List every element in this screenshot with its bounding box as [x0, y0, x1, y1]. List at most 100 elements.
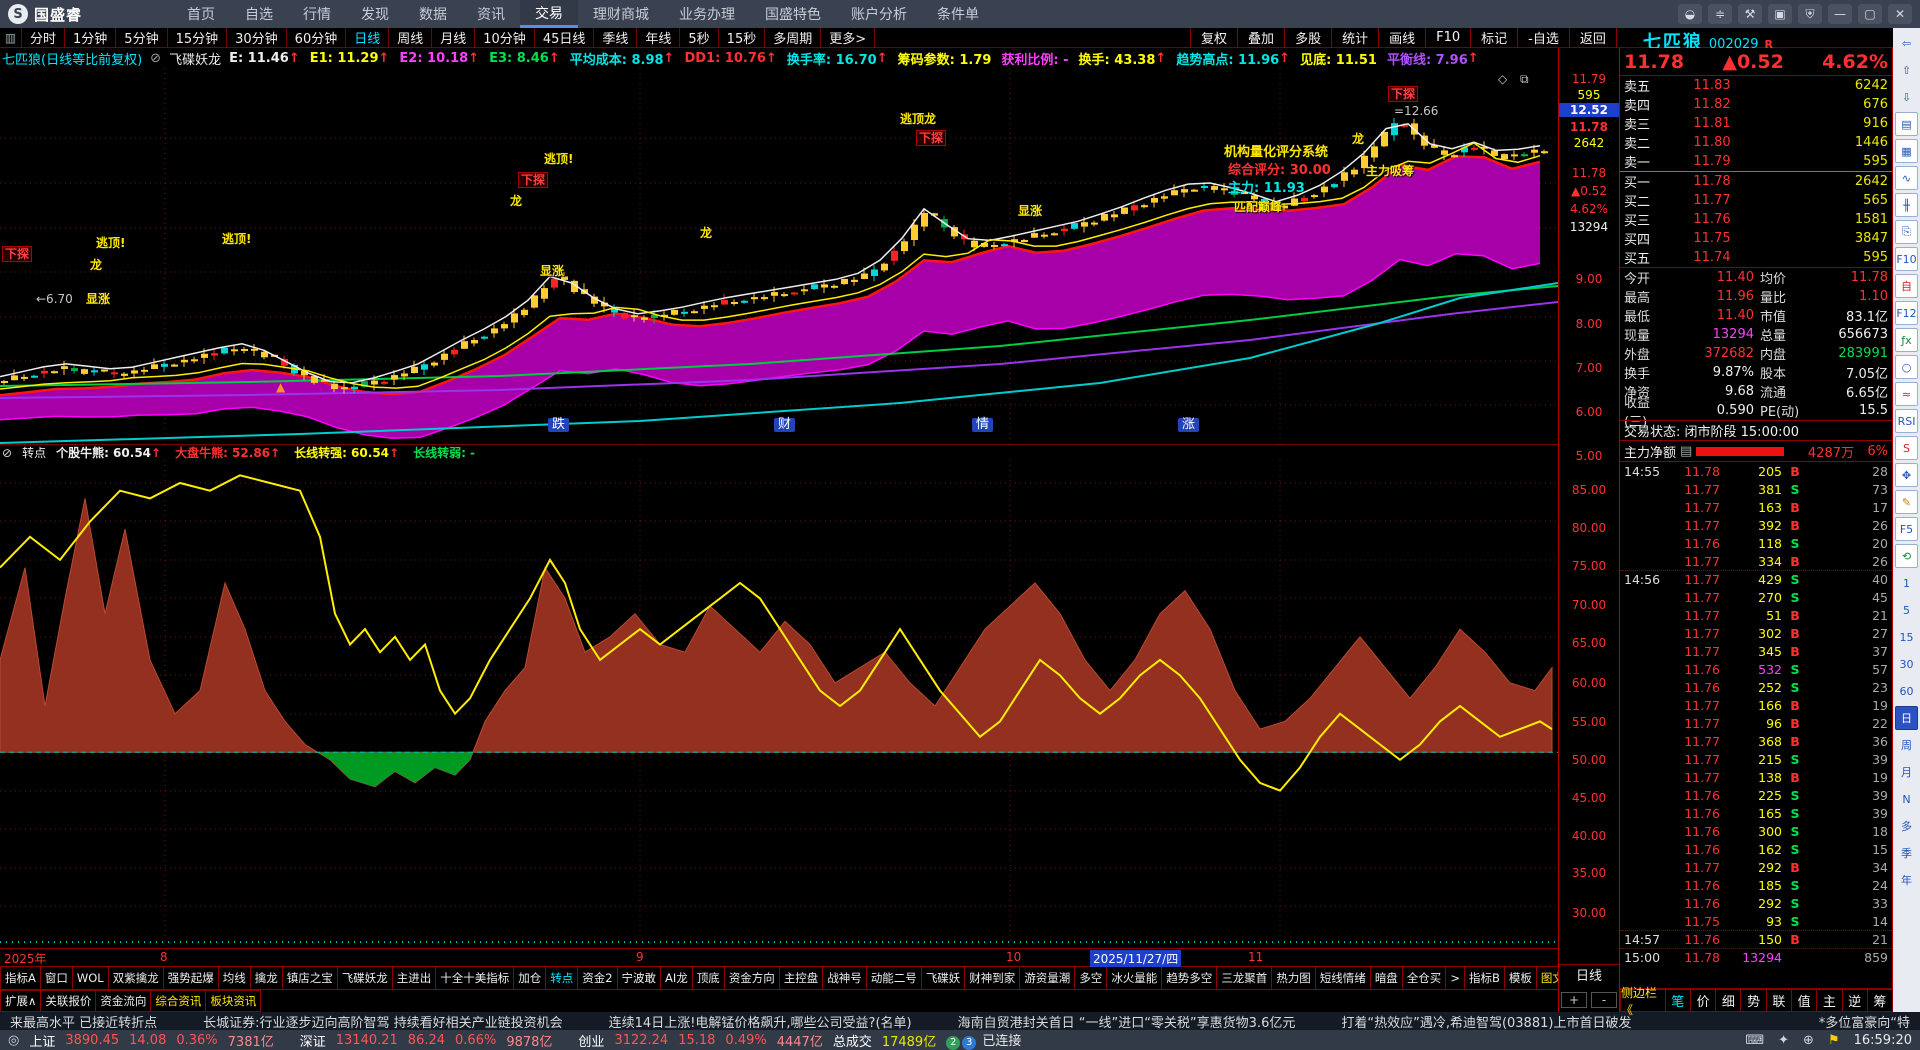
- period-tab[interactable]: 60分钟: [287, 28, 347, 47]
- panel-tab[interactable]: 势: [1740, 989, 1767, 1012]
- indicator-tab[interactable]: 宁波敢: [616, 966, 662, 990]
- zoom-out-button[interactable]: -: [1591, 992, 1617, 1008]
- window-control-icon[interactable]: ▣: [1768, 4, 1792, 24]
- period-tab[interactable]: 季线: [594, 28, 638, 47]
- indicator-tab[interactable]: 均线: [217, 966, 251, 990]
- order-book-row[interactable]: 卖二 11.80 1446: [1620, 133, 1892, 152]
- tool-icon[interactable]: S: [1895, 436, 1918, 460]
- indicator-gear-icon[interactable]: ⊘: [150, 51, 161, 66]
- panel-tab[interactable]: 笔: [1664, 989, 1691, 1012]
- period-tab[interactable]: 10分钟: [475, 28, 535, 47]
- tool-icon[interactable]: N: [1895, 787, 1918, 811]
- nav-item[interactable]: 行情: [288, 0, 346, 28]
- news-item[interactable]: 海南自贸港封关首日 “一线”进口“零关税”享惠货物3.6亿元: [958, 1012, 1296, 1031]
- panel-tab[interactable]: 值: [1791, 989, 1818, 1012]
- tool-icon[interactable]: 日: [1895, 706, 1918, 730]
- status-icon[interactable]: ⚑: [1828, 1033, 1840, 1048]
- tool-icon[interactable]: 年: [1895, 868, 1918, 892]
- nav-item[interactable]: 条件单: [922, 0, 994, 28]
- news-item[interactable]: 连续14日上涨!电解锰价格飙升,哪些公司受益?(名单): [609, 1012, 912, 1031]
- indicator-tab[interactable]: 暗盘: [1369, 966, 1403, 990]
- tool-icon[interactable]: ⇩: [1895, 85, 1918, 109]
- indicator-tab[interactable]: 三龙聚首: [1216, 966, 1273, 990]
- indicator-tab[interactable]: 游资量潮: [1019, 966, 1076, 990]
- order-book-row[interactable]: 买二 11.77 565: [1620, 191, 1892, 210]
- period-tab[interactable]: 多周期: [765, 28, 822, 47]
- window-control-icon[interactable]: ✕: [1888, 4, 1912, 24]
- indicator-tab[interactable]: 十全十美指标: [435, 966, 515, 990]
- chart-action-button[interactable]: 返回: [1568, 28, 1617, 47]
- indicator-tab[interactable]: 图文F10: [1535, 966, 1558, 990]
- panel-tab[interactable]: 价: [1689, 989, 1717, 1012]
- tool-icon[interactable]: ○: [1895, 355, 1918, 379]
- nav-item[interactable]: 账户分析: [836, 0, 922, 28]
- nav-item[interactable]: 国盛特色: [750, 0, 836, 28]
- status-menu-icon[interactable]: ◎: [8, 1033, 19, 1048]
- indicator-tab[interactable]: 资金2: [577, 966, 618, 990]
- nav-item[interactable]: 资讯: [462, 0, 520, 28]
- news-item[interactable]: *多位富豪向“特: [1819, 1012, 1910, 1031]
- chart-action-button[interactable]: 多股: [1284, 28, 1331, 47]
- tool-icon[interactable]: 15: [1895, 625, 1918, 649]
- status-icon[interactable]: ⌨: [1745, 1033, 1764, 1048]
- nav-item[interactable]: 业务办理: [664, 0, 750, 28]
- tool-icon[interactable]: ≈: [1895, 382, 1918, 406]
- status-icon[interactable]: ⊕: [1803, 1033, 1814, 1048]
- chart-action-button[interactable]: 标记: [1470, 28, 1517, 47]
- panel-tab[interactable]: 联: [1765, 989, 1792, 1012]
- period-tab[interactable]: 更多>: [821, 28, 876, 47]
- period-tab[interactable]: 5分钟: [116, 28, 168, 47]
- tool-icon[interactable]: 自: [1895, 274, 1918, 298]
- layout-toggle-icon[interactable]: ▥: [0, 28, 22, 47]
- indicator-tab[interactable]: 窗口: [39, 966, 73, 990]
- indicator-tab[interactable]: 资金方向: [723, 966, 780, 990]
- nav-item[interactable]: 交易: [520, 0, 579, 28]
- indicator-tab[interactable]: 镇店之宝: [281, 966, 338, 990]
- window-control-icon[interactable]: ▢: [1858, 4, 1882, 24]
- indicator-tab[interactable]: 双紫擒龙: [107, 966, 164, 990]
- period-tab[interactable]: 30分钟: [227, 28, 287, 47]
- tool-icon[interactable]: ✥: [1895, 463, 1918, 487]
- indicator-tab[interactable]: 飞碟妖: [920, 966, 966, 990]
- tool-icon[interactable]: 5: [1895, 598, 1918, 622]
- index-quote[interactable]: 创业 3122.24 15.18 0.49% 4447亿: [578, 1031, 822, 1050]
- chart-action-button[interactable]: 叠加: [1237, 28, 1284, 47]
- indicator-tab[interactable]: 指标A: [0, 966, 41, 990]
- indicator-tab[interactable]: 短线情绪: [1314, 966, 1371, 990]
- tool-icon[interactable]: 60: [1895, 679, 1918, 703]
- indicator-gear-icon[interactable]: ⊘: [2, 446, 12, 460]
- window-control-icon[interactable]: ≑: [1708, 4, 1732, 24]
- info-tab[interactable]: 综合资讯: [150, 990, 207, 1012]
- period-tab[interactable]: 月线: [432, 28, 476, 47]
- tool-icon[interactable]: 30: [1895, 652, 1918, 676]
- order-book-row[interactable]: 买四 11.75 3847: [1620, 229, 1892, 248]
- period-tab[interactable]: 5秒: [680, 28, 719, 47]
- indicator-tab[interactable]: 主进出: [391, 966, 437, 990]
- tool-icon[interactable]: ⎘: [1895, 220, 1918, 244]
- indicator-tab[interactable]: 冰火量能: [1106, 966, 1163, 990]
- indicator-tab[interactable]: 加仓: [513, 966, 547, 990]
- tool-icon[interactable]: ƒx: [1895, 328, 1918, 352]
- indicator-tab[interactable]: 模板: [1503, 966, 1537, 990]
- chart-action-button[interactable]: F10: [1425, 28, 1470, 47]
- tool-icon[interactable]: 多: [1895, 814, 1918, 838]
- indicator-tab[interactable]: 指标B: [1463, 966, 1505, 990]
- tool-icon[interactable]: ▦: [1895, 139, 1918, 163]
- period-tab[interactable]: 年线: [637, 28, 681, 47]
- order-book-row[interactable]: 买一 11.78 2642: [1620, 172, 1892, 191]
- tool-icon[interactable]: 周: [1895, 733, 1918, 757]
- zoom-in-button[interactable]: +: [1561, 992, 1587, 1008]
- indicator-tab[interactable]: 全仓买: [1401, 966, 1447, 990]
- tool-icon[interactable]: ⟲: [1895, 544, 1918, 568]
- panel-tab[interactable]: 逆: [1841, 989, 1868, 1012]
- info-tab[interactable]: 资金流向: [95, 990, 152, 1012]
- nav-item[interactable]: 数据: [404, 0, 462, 28]
- indicator-tab[interactable]: 飞碟妖龙: [336, 966, 393, 990]
- indicator-tab[interactable]: 动能二号: [865, 966, 922, 990]
- tool-icon[interactable]: ✎: [1895, 490, 1918, 514]
- chart-action-button[interactable]: 画线: [1378, 28, 1425, 47]
- indicator-tab[interactable]: 热力图: [1271, 966, 1316, 990]
- info-tab[interactable]: 扩展∧: [0, 990, 42, 1012]
- order-book-row[interactable]: 卖五 11.83 6242: [1620, 76, 1892, 95]
- panel-tab[interactable]: 细: [1715, 989, 1742, 1012]
